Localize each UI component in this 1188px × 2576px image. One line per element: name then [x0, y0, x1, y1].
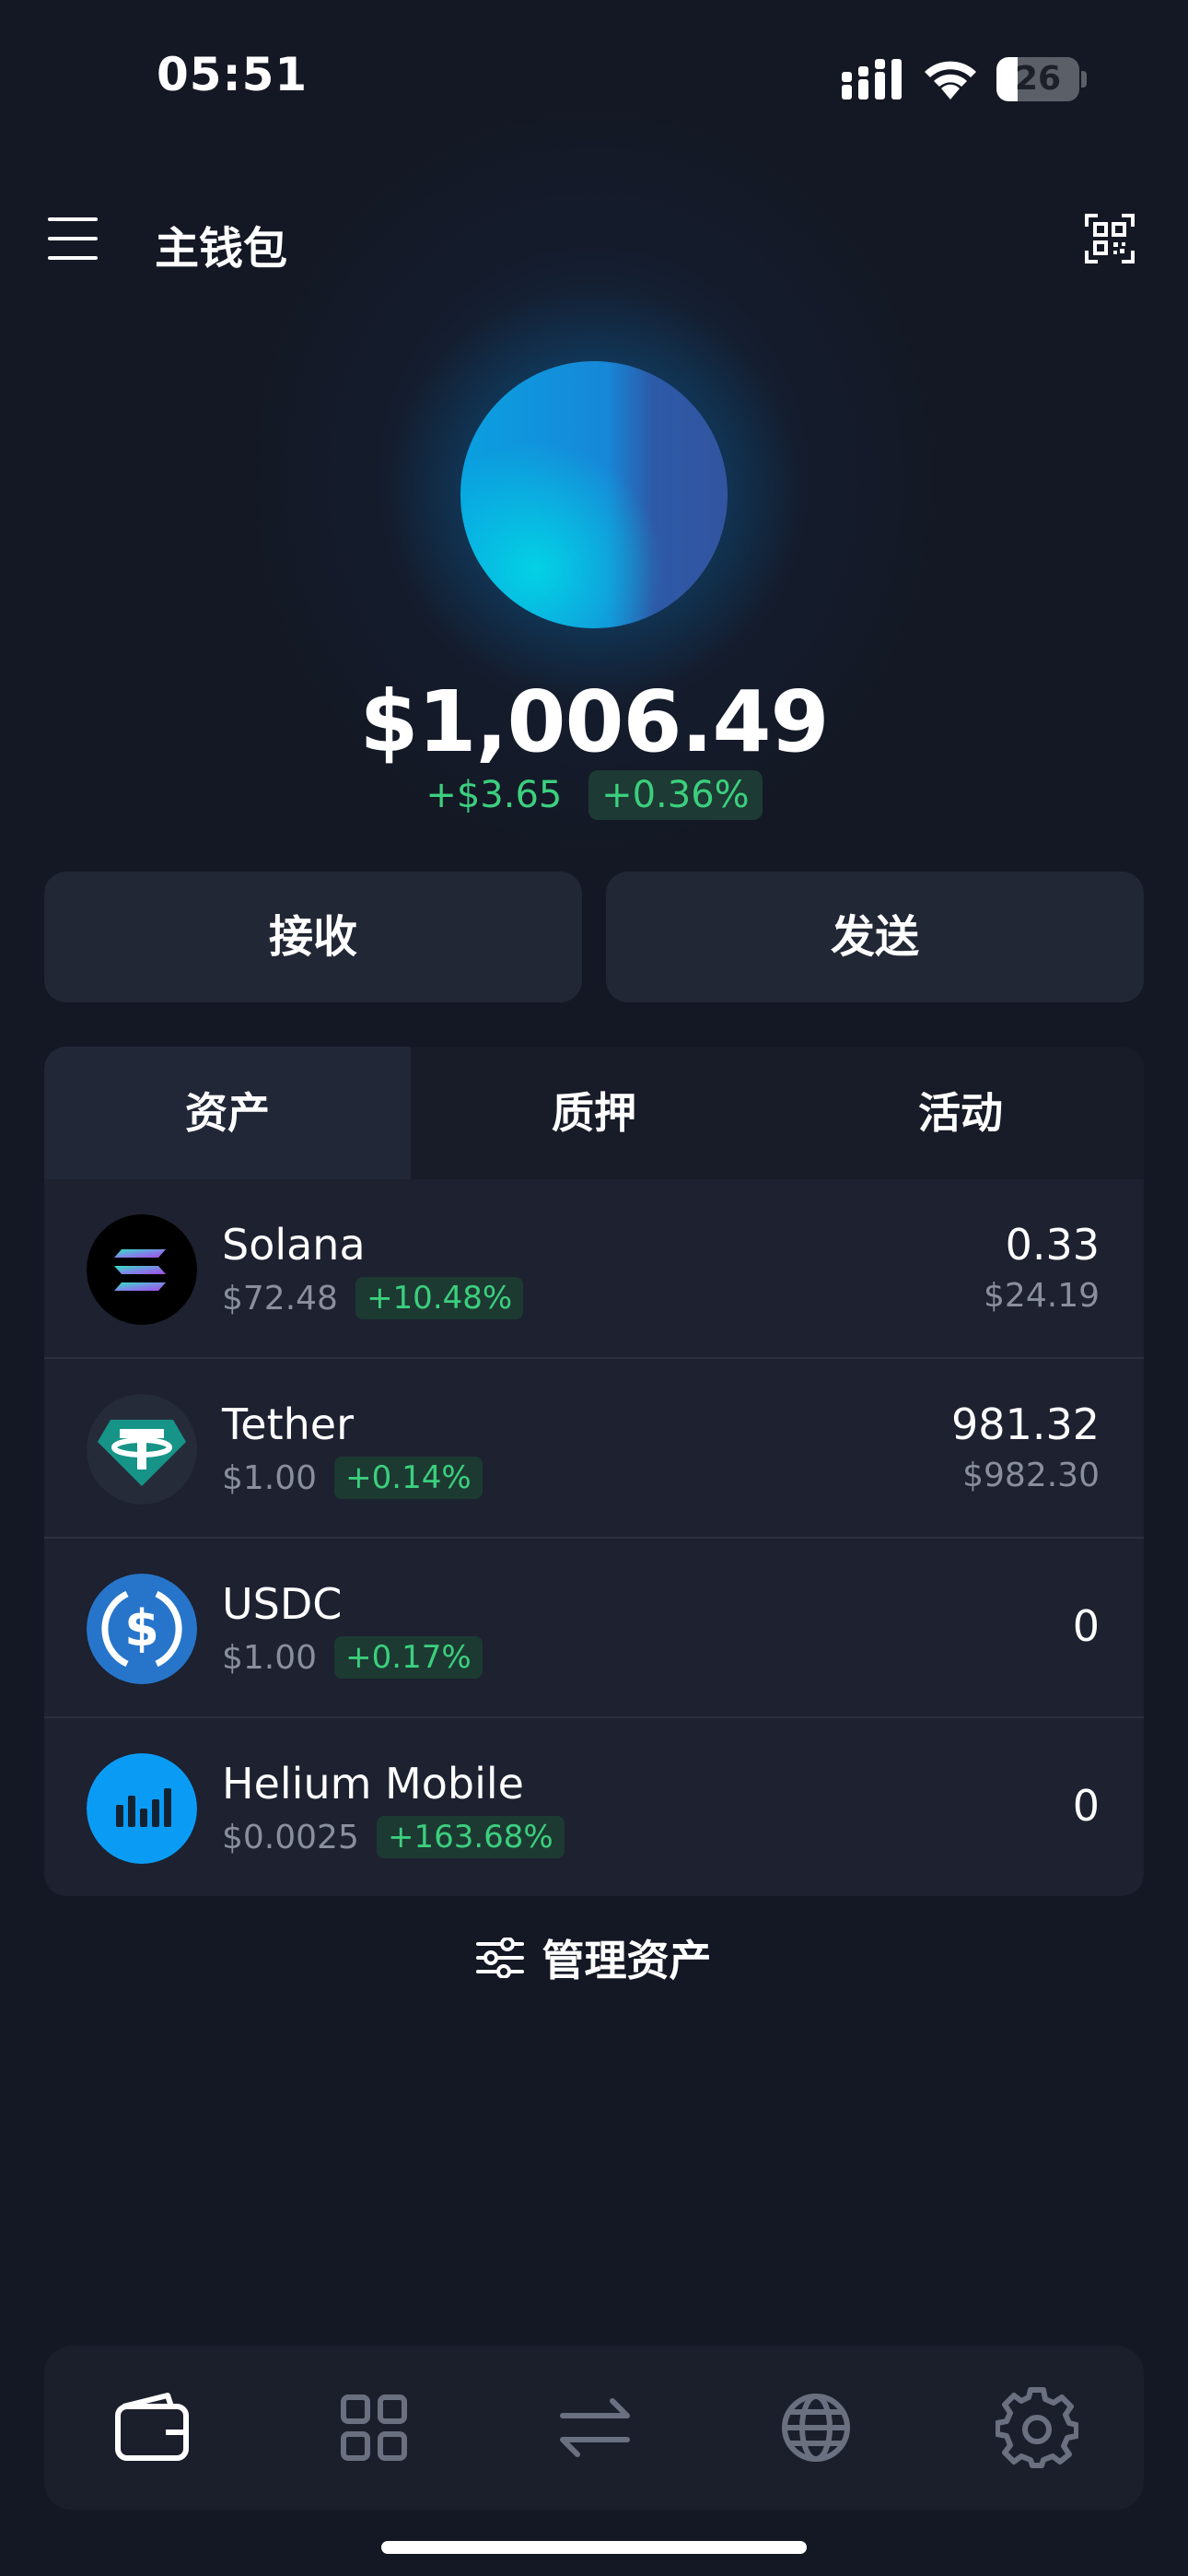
asset-row-helium-mobile[interactable]: Helium Mobile $0.0025 +163.68% 0 [44, 1718, 1144, 1896]
asset-price: $0.0025 [222, 1818, 359, 1856]
tether-icon [87, 1394, 197, 1505]
wallet-screen: 05:51 26 主钱包 $1,006.49 +$3.65 +0.36% 接收 … [0, 0, 1188, 2576]
globe-icon[interactable] [775, 2386, 857, 2469]
balance-change: +$3.65 +0.36% [0, 770, 1188, 820]
wallet-avatar[interactable] [460, 361, 728, 628]
asset-name: USDC [222, 1579, 343, 1629]
asset-amount: 0 [1072, 1781, 1100, 1831]
asset-change: +10.48% [355, 1277, 524, 1319]
asset-name: Helium Mobile [222, 1759, 524, 1809]
tab-staking[interactable]: 质押 [411, 1047, 777, 1179]
swap-icon[interactable] [553, 2386, 636, 2469]
status-time: 05:51 [157, 48, 309, 101]
assets-card: 资产 质押 活动 Solana $72.48 +10.48% 0.33 $24.… [44, 1047, 1144, 1896]
receive-button[interactable]: 接收 [44, 872, 582, 1002]
battery-percentage: 26 [1014, 60, 1062, 98]
hamburger-menu-icon[interactable] [48, 217, 101, 262]
asset-change: +0.14% [334, 1457, 483, 1499]
tab-assets[interactable]: 资产 [44, 1047, 411, 1179]
asset-change: +163.68% [376, 1816, 565, 1858]
send-button[interactable]: 发送 [606, 872, 1144, 1002]
battery-icon: 26 [996, 57, 1079, 101]
cellular-signal-icon [842, 59, 902, 100]
asset-value: $982.30 [962, 1457, 1100, 1494]
home-indicator [381, 2541, 807, 2554]
helium-mobile-icon [87, 1753, 197, 1864]
status-bar: 05:51 26 [0, 0, 1188, 157]
solana-icon [87, 1214, 197, 1325]
asset-price: $1.00 [222, 1458, 318, 1497]
asset-amount: 0.33 [1005, 1220, 1100, 1270]
usdc-icon: $ [87, 1574, 197, 1684]
asset-amount: 981.32 [951, 1399, 1100, 1449]
apps-grid-icon[interactable] [332, 2386, 415, 2469]
asset-name: Tether [222, 1399, 354, 1449]
asset-price-row: $0.0025 +163.68% [222, 1816, 565, 1862]
qr-scan-icon[interactable] [1085, 214, 1135, 263]
asset-row-usdc[interactable]: $ USDC $1.00 +0.17% 0 [44, 1539, 1144, 1718]
balance-change-amount: +$3.65 [425, 774, 563, 816]
total-balance: $1,006.49 [359, 673, 830, 771]
asset-price: $1.00 [222, 1638, 318, 1677]
sliders-icon [476, 1938, 525, 1978]
asset-price-row: $1.00 +0.17% [222, 1636, 483, 1682]
asset-price: $72.48 [222, 1279, 338, 1317]
asset-row-tether[interactable]: Tether $1.00 +0.14% 981.32 $982.30 [44, 1359, 1144, 1539]
balance-change-percent: +0.36% [588, 770, 763, 820]
tab-bar: 资产 质押 活动 [44, 1047, 1144, 1179]
bottom-nav [44, 2346, 1144, 2510]
wifi-icon [925, 61, 976, 100]
asset-value: $24.19 [984, 1277, 1100, 1315]
asset-price-row: $72.48 +10.48% [222, 1277, 524, 1323]
asset-name: Solana [222, 1220, 366, 1270]
gear-icon[interactable] [996, 2386, 1078, 2469]
wallet-title[interactable]: 主钱包 [155, 212, 287, 276]
svg-text:$: $ [124, 1599, 159, 1657]
manage-assets-button[interactable]: 管理资产 [0, 1927, 1188, 1988]
tab-activity[interactable]: 活动 [777, 1047, 1144, 1179]
asset-price-row: $1.00 +0.14% [222, 1457, 483, 1503]
asset-amount: 0 [1072, 1601, 1100, 1651]
wallet-icon[interactable] [111, 2386, 193, 2469]
asset-change: +0.17% [334, 1636, 483, 1679]
battery-tip [1081, 71, 1087, 88]
manage-assets-label: 管理资产 [542, 1936, 712, 1985]
header: 主钱包 [0, 193, 1188, 286]
asset-row-solana[interactable]: Solana $72.48 +10.48% 0.33 $24.19 [44, 1179, 1144, 1359]
